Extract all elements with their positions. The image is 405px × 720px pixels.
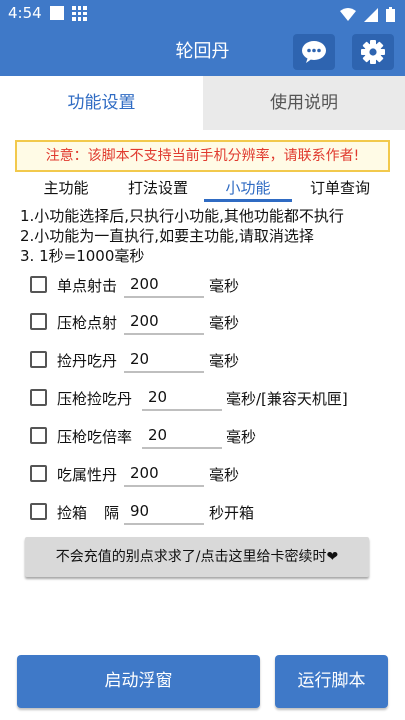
info-line-1: 1.小功能选择后,只执行小功能,其他功能都不执行 bbox=[20, 207, 344, 225]
app-bar: 轮回丹 bbox=[0, 28, 405, 76]
main-tabs: 功能设置 使用说明 bbox=[0, 76, 405, 130]
card-key-renew-button[interactable]: 不会充值的别点求求了/点击这里给卡密续时❤ bbox=[25, 537, 369, 577]
chat-icon bbox=[302, 41, 326, 63]
notification-icons bbox=[50, 6, 87, 21]
tab-function-settings[interactable]: 功能设置 bbox=[0, 76, 203, 130]
option-unit: 毫秒 bbox=[209, 352, 240, 370]
option-row-recoil-pickup-pill: 压枪捡吃丹 毫秒/[兼容天机匣] bbox=[0, 384, 405, 414]
battery-icon bbox=[386, 7, 395, 22]
option-label: 捡箱 bbox=[57, 504, 88, 522]
option-unit: 毫秒 bbox=[226, 428, 257, 446]
settings-button[interactable] bbox=[352, 34, 394, 70]
run-script-button[interactable]: 运行脚本 bbox=[275, 655, 388, 708]
option-label: 压枪吃倍率 bbox=[57, 428, 133, 446]
option-label: 压枪点射 bbox=[57, 314, 118, 332]
status-bar: 4:54 bbox=[0, 0, 405, 28]
pickup-box-interval-input[interactable] bbox=[124, 498, 204, 525]
option-unit: 毫秒 bbox=[209, 277, 240, 295]
recoil-pickup-pill-checkbox[interactable] bbox=[30, 389, 47, 406]
option-unit: 毫秒 bbox=[209, 466, 240, 484]
subtab-small-function[interactable]: 小功能 bbox=[204, 176, 292, 202]
info-line-2: 2.小功能为一直执行,如要主功能,请取消选择 bbox=[20, 227, 314, 245]
option-row-attribute-pill: 吃属性丹 毫秒 bbox=[0, 460, 405, 490]
info-line-3: 3. 1秒=1000毫秒 bbox=[20, 247, 145, 265]
app-grid-icon bbox=[72, 6, 87, 21]
recoil-multiplier-interval-input[interactable] bbox=[142, 422, 222, 449]
wifi-icon bbox=[340, 7, 356, 21]
recoil-pickup-pill-interval-input[interactable] bbox=[142, 384, 222, 411]
resolution-notice: 注意：该脚本不支持当前手机分辨率，请联系作者! bbox=[15, 140, 390, 172]
system-icons bbox=[340, 7, 395, 22]
subtab-order-query[interactable]: 订单查询 bbox=[306, 176, 374, 202]
signal-icon bbox=[364, 7, 378, 22]
pickup-pill-interval-input[interactable] bbox=[124, 346, 204, 373]
gear-icon bbox=[361, 40, 385, 64]
pickup-box-checkbox[interactable] bbox=[30, 503, 47, 520]
subtab-playstyle[interactable]: 打法设置 bbox=[124, 176, 192, 202]
single-shot-interval-input[interactable] bbox=[124, 271, 204, 298]
option-label: 捡丹吃丹 bbox=[57, 352, 118, 370]
option-label: 压枪捡吃丹 bbox=[57, 390, 133, 408]
option-label: 单点射击 bbox=[57, 277, 118, 295]
option-unit: 毫秒 bbox=[209, 314, 240, 332]
notification-square-icon bbox=[50, 6, 64, 20]
recoil-shot-checkbox[interactable] bbox=[30, 313, 47, 330]
option-unit: 毫秒/[兼容天机匣] bbox=[226, 390, 348, 408]
option-label-interval: 隔 bbox=[104, 504, 120, 522]
app-title: 轮回丹 bbox=[175, 41, 230, 62]
recoil-shot-interval-input[interactable] bbox=[124, 308, 204, 335]
attribute-pill-interval-input[interactable] bbox=[124, 460, 204, 487]
attribute-pill-checkbox[interactable] bbox=[30, 465, 47, 482]
status-time: 4:54 bbox=[8, 4, 42, 22]
single-shot-checkbox[interactable] bbox=[30, 276, 47, 293]
recoil-multiplier-checkbox[interactable] bbox=[30, 427, 47, 444]
option-row-recoil-shot: 压枪点射 毫秒 bbox=[0, 308, 405, 338]
subtab-main-function[interactable]: 主功能 bbox=[40, 176, 92, 202]
option-row-pickup-pill: 捡丹吃丹 毫秒 bbox=[0, 346, 405, 376]
chat-button[interactable] bbox=[293, 34, 335, 70]
option-row-single-shot: 单点射击 毫秒 bbox=[0, 271, 405, 301]
pickup-pill-checkbox[interactable] bbox=[30, 351, 47, 368]
start-floating-window-button[interactable]: 启动浮窗 bbox=[17, 655, 260, 708]
option-row-recoil-multiplier: 压枪吃倍率 毫秒 bbox=[0, 422, 405, 452]
option-unit: 秒开箱 bbox=[209, 504, 255, 522]
tab-instructions[interactable]: 使用说明 bbox=[203, 76, 405, 130]
option-row-pickup-box: 捡箱 隔 秒开箱 bbox=[0, 498, 405, 528]
option-label: 吃属性丹 bbox=[57, 466, 118, 484]
sub-tabs: 主功能 打法设置 小功能 订单查询 bbox=[0, 176, 405, 202]
